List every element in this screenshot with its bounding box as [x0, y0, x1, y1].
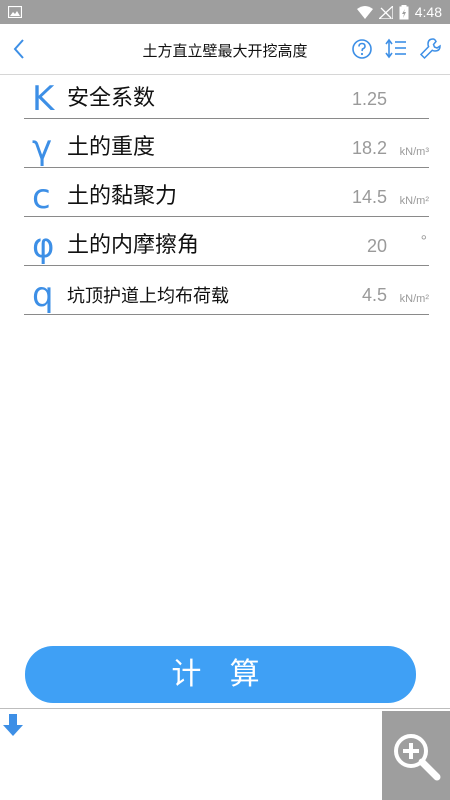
image-notification-icon: [8, 6, 22, 18]
app-toolbar: 土方直立壁最大开挖高度: [0, 24, 450, 75]
param-value-input[interactable]: 4.5: [362, 285, 387, 306]
param-symbol: c: [32, 177, 51, 217]
param-row-phi: φ 土的内摩擦角 20 °: [24, 217, 429, 266]
status-time: 4:48: [414, 4, 442, 20]
param-value-input[interactable]: 1.25: [352, 89, 387, 110]
param-symbol: γ: [32, 128, 53, 168]
param-row-q: q 坑顶护道上均布荷载 4.5 kN/m²: [24, 266, 429, 315]
param-value-input[interactable]: 18.2: [352, 138, 387, 159]
param-label: 安全系数: [67, 86, 156, 111]
status-bar: 4:48: [0, 0, 450, 24]
page-title: 土方直立壁最大开挖高度: [142, 42, 308, 60]
back-arrow-icon[interactable]: [8, 36, 30, 62]
param-row-c: c 土的黏聚力 14.5 kN/m²: [24, 168, 429, 217]
help-icon[interactable]: [350, 36, 374, 62]
sort-icon[interactable]: [384, 36, 408, 62]
param-row-gamma: γ 土的重度 18.2 kN/m³: [24, 119, 429, 168]
wrench-icon[interactable]: [418, 36, 442, 62]
battery-icon: [399, 4, 409, 19]
param-unit: °: [420, 233, 427, 250]
wifi-icon: [356, 5, 373, 19]
param-symbol: φ: [32, 226, 55, 266]
param-symbol: q: [32, 275, 54, 315]
zoom-in-icon: [394, 733, 441, 780]
signal-icon: [378, 5, 393, 19]
param-row-k: K 安全系数 1.25: [24, 70, 429, 119]
param-unit: kN/m³: [399, 146, 429, 158]
param-label: 土的内摩擦角: [67, 233, 200, 258]
down-arrow-icon[interactable]: [2, 712, 24, 738]
param-value-input[interactable]: 14.5: [352, 187, 387, 208]
param-label: 坑顶护道上均布荷载: [67, 286, 229, 307]
calculate-button[interactable]: 计 算: [25, 646, 416, 703]
param-label: 土的重度: [67, 135, 156, 160]
bottom-divider: [0, 708, 450, 709]
param-unit: kN/m²: [399, 293, 429, 305]
param-unit: kN/m²: [399, 195, 429, 207]
param-label: 土的黏聚力: [67, 184, 178, 209]
param-symbol: K: [32, 79, 55, 119]
param-value-input[interactable]: 20: [367, 236, 387, 257]
zoom-in-button[interactable]: [382, 711, 450, 800]
